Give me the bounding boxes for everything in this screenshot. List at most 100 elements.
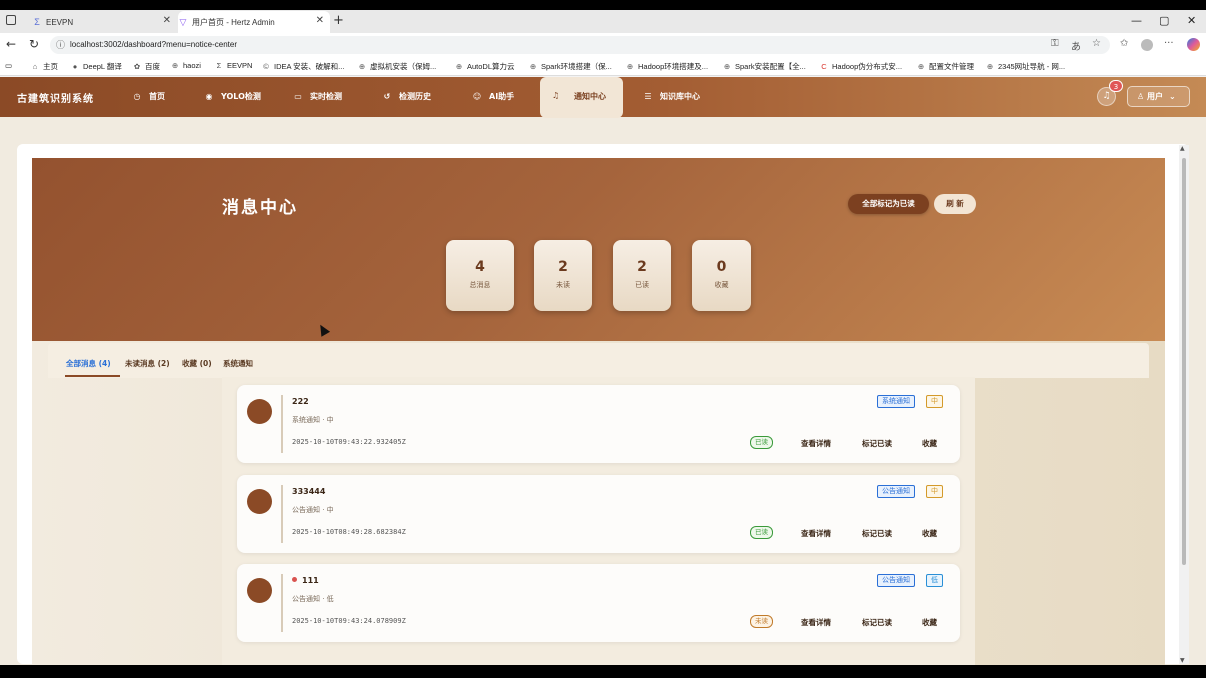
scroll-up-icon[interactable]: ▲ <box>1180 145 1185 152</box>
favorite-button[interactable]: 收藏 <box>922 617 937 628</box>
document-icon: ☰ <box>644 92 652 101</box>
maximize-icon[interactable]: ▢ <box>1159 14 1169 27</box>
reload-icon[interactable]: ↻ <box>29 37 39 51</box>
favorite-button[interactable]: 收藏 <box>922 438 937 449</box>
bookmark-item[interactable]: ● DeepL 翻译 <box>70 61 122 72</box>
nav-realtime[interactable]: ▭ 实时检测 <box>292 91 342 102</box>
divider <box>281 395 283 453</box>
bookmark-item[interactable]: ⌂ 主页 <box>30 61 58 72</box>
bookmark-item[interactable]: ⊕ haozi <box>170 61 201 70</box>
nav-knowledge-base[interactable]: ☰ 知识库中心 <box>642 91 700 102</box>
home-icon: ⌂ <box>32 62 38 71</box>
close-tab-icon[interactable]: ✕ <box>163 15 171 26</box>
mark-read-button[interactable]: 标记已读 <box>862 617 892 628</box>
page-scrollbar[interactable]: ▲ ▼ <box>1179 145 1189 664</box>
notification-badge: 3 <box>1109 80 1123 92</box>
stat-total: 4 总消息 <box>446 240 514 311</box>
hero-banner: 消息中心 全部标记为已读 刷 新 4 总消息 2 未读 2 已读 0 收藏 <box>32 158 1165 341</box>
globe-icon: ⊕ <box>358 62 366 71</box>
globe-icon: ⊕ <box>986 62 994 71</box>
bookmark-item[interactable]: Σ EEVPN <box>214 61 253 70</box>
tab-unread-messages[interactable]: 未读消息 (2) <box>125 358 170 369</box>
back-icon[interactable]: ← <box>6 37 16 51</box>
view-details-button[interactable]: 查看详情 <box>801 438 831 449</box>
active-tab-indicator <box>65 375 120 377</box>
page-title: 消息中心 <box>222 198 298 218</box>
translate-icon[interactable]: あ <box>1071 38 1081 53</box>
tab-system-notices[interactable]: 系统通知 <box>223 358 253 369</box>
tab-strip: Σ EEVPN ✕ ▽ 用户首页 - Hertz Admin ✕ + — ▢ ✕ <box>0 10 1206 33</box>
priority-tag: 中 <box>926 485 943 498</box>
bookmark-item[interactable]: ⊕ 2345网址导航 - 网... <box>985 61 1065 72</box>
more-menu-icon[interactable]: ··· <box>1164 38 1174 49</box>
bookmark-item[interactable]: ⊕ Spark安装配置【全... <box>722 61 806 72</box>
scroll-down-icon[interactable]: ▼ <box>1180 657 1185 664</box>
copilot-icon[interactable] <box>1187 38 1200 51</box>
nav-history[interactable]: ↺ 检测历史 <box>381 91 431 102</box>
url-text: localhost:3002/dashboard?menu=notice-cen… <box>70 40 238 49</box>
message-item[interactable]: 111 公告通知 · 低 2025-10-10T09:43:24.078909Z… <box>237 564 960 642</box>
mark-read-button[interactable]: 标记已读 <box>862 528 892 539</box>
close-tab-icon[interactable]: ✕ <box>316 15 324 26</box>
mark-all-read-button[interactable]: 全部标记为已读 <box>848 194 929 214</box>
tab-label: 用户首页 - Hertz Admin <box>192 17 275 27</box>
address-bar: ← ↻ ⓘ localhost:3002/dashboard?menu=noti… <box>0 33 1206 57</box>
tab-all-messages[interactable]: 全部消息 (4) <box>66 358 111 369</box>
bookmark-item[interactable]: ⊕ Hadoop环境搭建及... <box>625 61 708 72</box>
reading-mode-icon[interactable]: ▭ <box>5 61 12 70</box>
url-field[interactable]: ⓘ localhost:3002/dashboard?menu=notice-c… <box>50 36 1110 54</box>
bookmark-item[interactable]: ⊕ 配置文件管理 <box>916 61 974 72</box>
avatar <box>247 399 272 424</box>
favorite-star-icon[interactable]: ☆ <box>1092 38 1101 49</box>
tab-favorites[interactable]: 收藏 (0) <box>182 358 212 369</box>
avatar <box>247 578 272 603</box>
bell-icon: ♫ <box>552 91 560 100</box>
bookmark-item[interactable]: © IDEA 安装、破解和... <box>261 61 344 72</box>
eye-icon: ◉ <box>205 92 213 101</box>
message-meta: 系统通知 · 中 <box>292 416 334 424</box>
bookmark-item[interactable]: ✿ 百度 <box>132 61 160 72</box>
unread-dot <box>292 577 297 582</box>
key-icon[interactable]: ⚿ <box>1051 38 1059 49</box>
nav-notice-center[interactable]: ♫ 通知中心 <box>540 77 623 118</box>
view-details-button[interactable]: 查看详情 <box>801 617 831 628</box>
profile-avatar[interactable] <box>1141 39 1153 51</box>
nav-home[interactable]: ◷ 首页 <box>131 91 166 102</box>
idea-icon: © <box>263 62 269 71</box>
history-icon: ↺ <box>383 92 391 101</box>
favorite-button[interactable]: 收藏 <box>922 528 937 539</box>
refresh-button[interactable]: 刷 新 <box>934 194 976 214</box>
message-item[interactable]: 222 系统通知 · 中 2025-10-10T09:43:22.932405Z… <box>237 385 960 463</box>
mark-read-button[interactable]: 标记已读 <box>862 438 892 449</box>
bookmark-item[interactable]: ⊕ AutoDL算力云 <box>454 61 515 72</box>
new-tab-icon[interactable]: + <box>333 13 344 28</box>
browser-tab-hertz[interactable]: ▽ 用户首页 - Hertz Admin ✕ <box>178 11 330 33</box>
message-item[interactable]: 333444 公告通知 · 中 2025-10-10T08:49:28.6823… <box>237 475 960 553</box>
baidu-icon: ✿ <box>133 62 141 71</box>
scrollbar-thumb[interactable] <box>1182 158 1186 565</box>
bookmark-item[interactable]: ⊕ Spark环境搭建（保... <box>528 61 612 72</box>
stat-unread: 2 未读 <box>534 240 592 311</box>
nav-ai-assistant[interactable]: ☺ AI助手 <box>471 91 514 102</box>
message-meta: 公告通知 · 低 <box>292 595 334 603</box>
user-menu-button[interactable]: ♙ 用户 ⌄ <box>1127 86 1190 107</box>
globe-icon: ⊕ <box>171 61 179 70</box>
browser-tab-eevpn[interactable]: Σ EEVPN ✕ <box>32 11 177 33</box>
message-center-panel: 消息中心 全部标记为已读 刷 新 4 总消息 2 未读 2 已读 0 收藏 全部消息 (… <box>32 158 1165 665</box>
minimize-icon[interactable]: — <box>1131 14 1142 27</box>
camera-icon: ▭ <box>294 92 302 101</box>
globe-icon: ⊕ <box>529 62 537 71</box>
bookmark-item[interactable]: ⊕ 虚拟机安装（保姆... <box>357 61 436 72</box>
tab-actions-icon[interactable] <box>6 15 16 25</box>
favorites-icon[interactable]: ✩ <box>1120 38 1128 49</box>
home-icon: ◷ <box>133 92 141 101</box>
vite-icon: ▽ <box>179 17 187 27</box>
view-details-button[interactable]: 查看详情 <box>801 528 831 539</box>
app-viewport: 古建筑识别系统 ◷ 首页 ◉ YOLO检测 ▭ 实时检测 ↺ 检测历史 ☺ AI助手 ♫ … <box>0 77 1206 665</box>
avatar <box>247 489 272 514</box>
window-close-icon[interactable]: ✕ <box>1187 14 1196 27</box>
bookmark-item[interactable]: C Hadoop伪分布式安... <box>819 61 902 72</box>
site-info-icon[interactable]: ⓘ <box>56 36 65 54</box>
nav-yolo[interactable]: ◉ YOLO检测 <box>203 91 261 102</box>
status-badge: 未读 <box>750 615 773 628</box>
